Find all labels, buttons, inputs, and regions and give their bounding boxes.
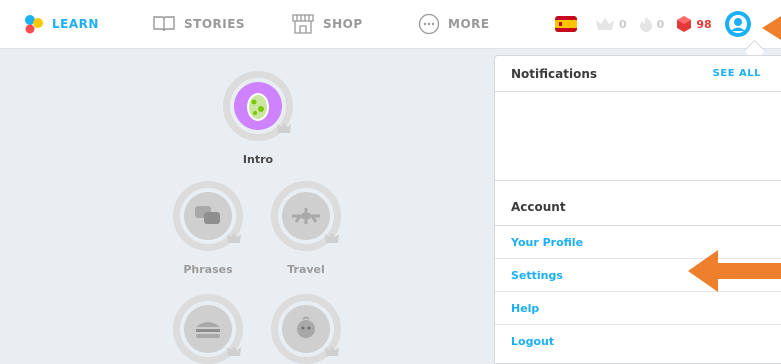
- see-all-link[interactable]: SEE ALL: [713, 68, 761, 79]
- account-header: Account: [495, 189, 781, 226]
- crown-badge-icon: [277, 123, 291, 133]
- skill-family[interactable]: [268, 294, 344, 364]
- more-dots-icon: [418, 13, 440, 35]
- account-dropdown: Notifications SEE ALL Account Your Profi…: [494, 55, 781, 364]
- avatar-icon: [724, 11, 751, 37]
- notifications-title: Notifications: [511, 66, 598, 81]
- skill-progress-ring: [173, 181, 243, 251]
- top-navigation-bar: LEARN STORIES SHOP MORE 0 0 98: [0, 0, 781, 49]
- book-icon: [153, 16, 175, 32]
- nav-learn-label: LEARN: [52, 17, 99, 31]
- menu-item-label: Logout: [511, 334, 555, 348]
- notifications-header: Notifications SEE ALL: [495, 56, 781, 92]
- menu-item-label: Settings: [511, 268, 563, 282]
- skill-name: Intro: [242, 153, 274, 166]
- language-flag[interactable]: [555, 16, 577, 32]
- egg-icon: [234, 82, 282, 130]
- crowns-stat[interactable]: 0: [595, 17, 627, 31]
- notifications-list: [495, 92, 781, 181]
- menu-item-label: Your Profile: [511, 235, 584, 249]
- crown-badge-icon: [325, 346, 339, 356]
- stats-area: 0 0 98: [555, 0, 752, 48]
- streak-stat[interactable]: 0: [639, 16, 665, 32]
- nav-stories-label: STORIES: [184, 17, 246, 31]
- spain-flag-icon: [555, 16, 577, 32]
- skill-progress-ring: [271, 294, 341, 364]
- skill-intro[interactable]: Intro: [220, 71, 296, 166]
- gems-stat[interactable]: 98: [676, 15, 712, 33]
- shop-icon: [292, 14, 314, 34]
- skill-progress-ring: [223, 71, 293, 141]
- nav-shop[interactable]: SHOP: [291, 0, 363, 48]
- crown-badge-icon: [227, 346, 241, 356]
- baby-icon: [282, 305, 330, 353]
- crowns-count: 0: [619, 17, 627, 31]
- avatar-button[interactable]: [724, 10, 752, 38]
- skill-travel[interactable]: Travel: [268, 181, 344, 276]
- crown-icon: [596, 18, 614, 30]
- nav-shop-label: SHOP: [323, 17, 363, 31]
- skill-name: Travel: [287, 263, 325, 276]
- account-title: Account: [511, 200, 566, 214]
- speech-bubbles-icon: [184, 192, 232, 240]
- skill-phrases[interactable]: Phrases: [170, 181, 246, 276]
- airplane-icon: [282, 192, 330, 240]
- crown-badge-icon: [325, 233, 339, 243]
- crown-badge-icon: [227, 233, 241, 243]
- burger-icon: [184, 305, 232, 353]
- skill-name: Phrases: [183, 263, 233, 276]
- menu-item-logout[interactable]: Logout: [495, 325, 781, 357]
- menu-item-help[interactable]: Help: [495, 292, 781, 325]
- menu-item-label: Help: [511, 301, 540, 315]
- annotation-arrow-avatar: [762, 16, 781, 40]
- flame-icon: [639, 17, 652, 32]
- duolingo-dots-icon: [25, 15, 43, 34]
- nav-learn[interactable]: LEARN: [24, 0, 99, 48]
- nav-more-label: MORE: [448, 17, 490, 31]
- gems-count: 98: [696, 17, 712, 31]
- nav-more[interactable]: MORE: [418, 0, 490, 48]
- gem-icon: [677, 16, 692, 32]
- skill-food[interactable]: [170, 294, 246, 364]
- nav-stories[interactable]: STORIES: [152, 0, 245, 48]
- annotation-arrow-settings: [688, 250, 781, 292]
- streak-count: 0: [656, 17, 665, 31]
- skill-progress-ring: [173, 294, 243, 364]
- skill-progress-ring: [271, 181, 341, 251]
